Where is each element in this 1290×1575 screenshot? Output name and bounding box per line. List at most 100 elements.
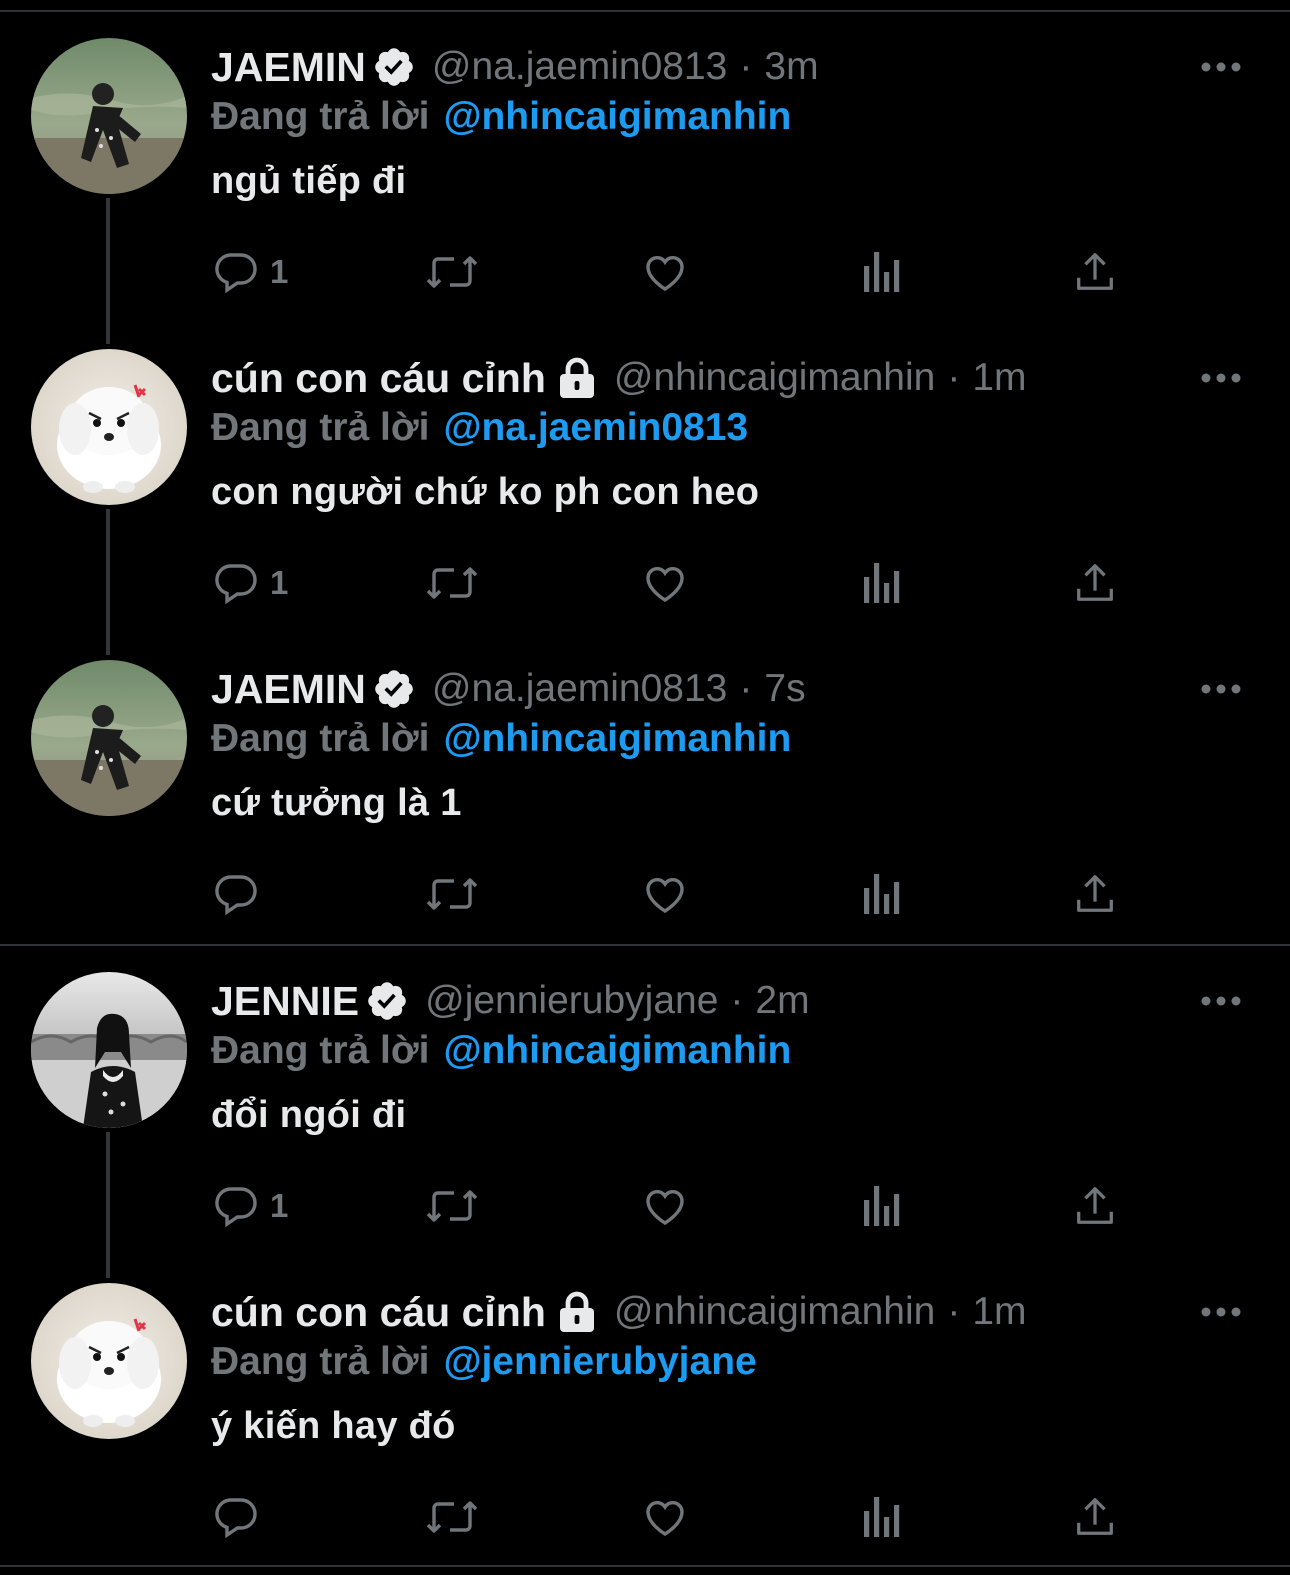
reply-icon xyxy=(212,1493,260,1541)
avatar[interactable] xyxy=(31,660,187,816)
handle[interactable]: @na.jaemin0813 xyxy=(432,45,727,89)
reply-mention-link[interactable]: @nhincaigimanhin xyxy=(443,95,791,139)
handle[interactable]: @nhincaigimanhin xyxy=(614,356,935,400)
views-button[interactable] xyxy=(858,864,904,924)
avatar[interactable] xyxy=(31,349,187,505)
more-icon[interactable] xyxy=(1198,674,1244,704)
handle[interactable]: @nhincaigimanhin xyxy=(614,1290,935,1334)
views-button[interactable] xyxy=(858,553,904,613)
like-icon xyxy=(640,1493,690,1541)
share-button[interactable] xyxy=(1072,242,1118,302)
retweet-button[interactable] xyxy=(424,242,480,302)
replying-to: Đang trả lời @nhincaigimanhin xyxy=(211,714,791,764)
timestamp[interactable]: 3m xyxy=(764,45,818,89)
tweet[interactable]: JAEMIN @na.jaemin0813 · 3m Đang trả lời … xyxy=(0,12,1290,344)
tweet[interactable]: cún con cáu cỉnh @nhincaigimanhin · 1m Đ… xyxy=(0,323,1290,655)
views-icon xyxy=(858,248,904,296)
tweet[interactable]: JENNIE @jennierubyjane · 2m Đang trả lời… xyxy=(0,946,1290,1278)
tweet-header: cún con cáu cỉnh @nhincaigimanhin · 1m xyxy=(211,353,1027,403)
more-icon[interactable] xyxy=(1198,986,1244,1016)
like-button[interactable] xyxy=(640,553,690,613)
tweet[interactable]: cún con cáu cỉnh @nhincaigimanhin · 1m Đ… xyxy=(0,1257,1290,1568)
verified-icon xyxy=(372,45,416,89)
like-icon xyxy=(640,248,690,296)
replying-to-label: Đang trả lời xyxy=(211,1029,430,1072)
like-icon xyxy=(640,1182,690,1230)
display-name[interactable]: JAEMIN xyxy=(211,666,366,713)
reply-mention-link[interactable]: @nhincaigimanhin xyxy=(443,717,791,761)
tweet-header: cún con cáu cỉnh @nhincaigimanhin · 1m xyxy=(211,1287,1027,1337)
reply-icon xyxy=(212,559,260,607)
more-icon[interactable] xyxy=(1198,52,1244,82)
share-icon xyxy=(1072,559,1118,607)
handle[interactable]: @na.jaemin0813 xyxy=(432,667,727,711)
reply-mention-link[interactable]: @nhincaigimanhin xyxy=(443,1029,791,1073)
reply-button[interactable]: 1 xyxy=(212,1176,288,1236)
like-button[interactable] xyxy=(640,1487,690,1547)
retweet-button[interactable] xyxy=(424,553,480,613)
avatar[interactable] xyxy=(31,972,187,1128)
replying-to-label: Đang trả lời xyxy=(211,1340,430,1383)
replying-to: Đang trả lời @na.jaemin0813 xyxy=(211,403,748,453)
handle[interactable]: @jennierubyjane xyxy=(425,979,718,1023)
display-name[interactable]: JENNIE xyxy=(211,978,359,1025)
reply-mention-link[interactable]: @jennierubyjane xyxy=(443,1340,756,1384)
views-button[interactable] xyxy=(858,1487,904,1547)
more-icon[interactable] xyxy=(1198,1297,1244,1327)
separator-dot: · xyxy=(947,356,961,399)
display-name[interactable]: cún con cáu cỉnh xyxy=(211,355,546,402)
action-bar: 1 xyxy=(0,242,1290,302)
reply-button[interactable] xyxy=(212,864,270,924)
like-button[interactable] xyxy=(640,242,690,302)
replying-to: Đang trả lời @nhincaigimanhin xyxy=(211,92,791,142)
tweet-text: cứ tưởng là 1 xyxy=(211,782,462,824)
retweet-button[interactable] xyxy=(424,864,480,924)
tweet-text: con người chứ ko ph con heo xyxy=(211,471,760,513)
retweet-button[interactable] xyxy=(424,1176,480,1236)
avatar[interactable] xyxy=(31,38,187,194)
replying-to-label: Đang trả lời xyxy=(211,406,430,449)
avatar[interactable] xyxy=(31,1283,187,1439)
action-bar: 1 xyxy=(0,553,1290,613)
like-icon xyxy=(640,870,690,918)
tweet[interactable]: JAEMIN @na.jaemin0813 · 7s Đang trả lời … xyxy=(0,634,1290,946)
reply-mention-link[interactable]: @na.jaemin0813 xyxy=(443,406,748,450)
retweet-icon xyxy=(424,1182,480,1230)
verified-icon xyxy=(372,667,416,711)
share-button[interactable] xyxy=(1072,553,1118,613)
share-icon xyxy=(1072,248,1118,296)
views-icon xyxy=(858,1493,904,1541)
timestamp[interactable]: 1m xyxy=(972,1290,1026,1334)
like-button[interactable] xyxy=(640,1176,690,1236)
views-button[interactable] xyxy=(858,1176,904,1236)
retweet-button[interactable] xyxy=(424,1487,480,1547)
replying-to: Đang trả lời @nhincaigimanhin xyxy=(211,1026,791,1076)
tweet-header: JAEMIN @na.jaemin0813 · 7s xyxy=(211,664,806,714)
display-name[interactable]: cún con cáu cỉnh xyxy=(211,1289,546,1336)
reply-icon xyxy=(212,1182,260,1230)
retweet-icon xyxy=(424,1493,480,1541)
tweet-text: đổi ngói đi xyxy=(211,1094,407,1136)
lock-icon xyxy=(556,1290,598,1334)
reply-button[interactable]: 1 xyxy=(212,553,288,613)
display-name[interactable]: JAEMIN xyxy=(211,44,366,91)
separator-dot: · xyxy=(947,1290,961,1333)
share-button[interactable] xyxy=(1072,864,1118,924)
reply-count: 1 xyxy=(270,564,289,601)
tweet-feed: JAEMIN @na.jaemin0813 · 3m Đang trả lời … xyxy=(0,12,1290,1568)
share-button[interactable] xyxy=(1072,1487,1118,1547)
reply-button[interactable]: 1 xyxy=(212,242,288,302)
tweet-header: JAEMIN @na.jaemin0813 · 3m xyxy=(211,42,819,92)
views-button[interactable] xyxy=(858,242,904,302)
reply-button[interactable] xyxy=(212,1487,270,1547)
tweet-header: JENNIE @jennierubyjane · 2m xyxy=(211,976,810,1026)
action-bar xyxy=(0,864,1290,924)
timestamp[interactable]: 7s xyxy=(764,667,805,711)
share-button[interactable] xyxy=(1072,1176,1118,1236)
more-icon[interactable] xyxy=(1198,363,1244,393)
timestamp[interactable]: 1m xyxy=(972,356,1026,400)
retweet-icon xyxy=(424,559,480,607)
timestamp[interactable]: 2m xyxy=(755,979,809,1023)
like-button[interactable] xyxy=(640,864,690,924)
share-icon xyxy=(1072,1493,1118,1541)
